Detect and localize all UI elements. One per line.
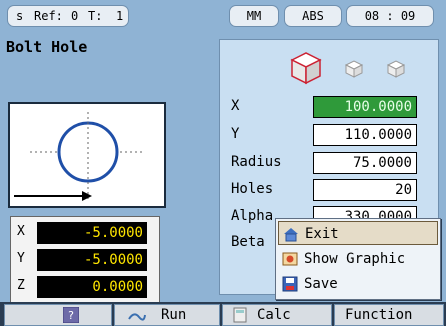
x-field[interactable]: 100.0000 <box>313 96 417 118</box>
view-cube-icons <box>290 52 406 85</box>
help-softkey[interactable]: ? <box>4 304 112 326</box>
holes-field[interactable]: 20 <box>313 179 417 201</box>
units-value: MM <box>246 9 262 23</box>
dro-axis-label: Y <box>17 251 25 266</box>
svg-text:?: ? <box>68 309 74 322</box>
status-bar: s Ref: 0 T: 1 MM ABS 08 : 09 <box>0 0 446 32</box>
menu-item-label: Exit <box>305 226 339 242</box>
menu-item-label: Show Graphic <box>304 251 406 267</box>
tool-label: T: <box>88 9 103 23</box>
ref-label: Ref: <box>34 9 63 23</box>
menu-item-save[interactable]: Save <box>278 272 438 296</box>
calc-softkey[interactable]: Calc <box>222 304 332 326</box>
start-arrow-head <box>82 191 92 201</box>
bolt-hole-graphic <box>8 102 166 208</box>
radius-label: Radius <box>231 154 282 170</box>
menu-item-exit[interactable]: Exit <box>278 221 438 245</box>
exit-icon <box>284 228 298 242</box>
save-icon <box>282 276 298 292</box>
run-label: Run <box>161 307 187 323</box>
bolt-hole-diagram <box>14 112 144 201</box>
tool-value: 1 <box>116 9 124 23</box>
status-mode-pill: s Ref: 0 T: 1 <box>7 5 129 27</box>
status-mode: s <box>16 9 24 23</box>
calculator-icon <box>233 307 247 323</box>
dro-value: 0.0000 <box>37 276 147 298</box>
cube-view-small-icon[interactable] <box>386 60 406 78</box>
clock-value: 08 : 09 <box>364 9 416 23</box>
run-softkey[interactable]: Run <box>114 304 220 326</box>
page-title: Bolt Hole <box>6 38 88 56</box>
dro-axis-label: Z <box>17 278 25 293</box>
dro-value: -5.0000 <box>37 222 147 244</box>
menu-item-label: Save <box>304 276 338 292</box>
calc-label: Calc <box>257 307 291 323</box>
ref-value: 0 <box>71 9 79 23</box>
dro-row-y: Y -5.0000 <box>11 247 159 273</box>
y-field[interactable]: 110.0000 <box>313 124 417 146</box>
beta-label: Beta <box>231 234 265 250</box>
softkey-bar: ? Run Calc Function <box>0 302 446 326</box>
dro-display: X -5.0000 Y -5.0000 Z 0.0000 <box>10 216 160 304</box>
dro-axis-label: X <box>17 224 25 239</box>
function-label: Function <box>345 307 413 323</box>
radius-field[interactable]: 75.0000 <box>313 152 417 174</box>
coord-pill[interactable]: ABS <box>284 5 342 27</box>
clock-pill: 08 : 09 <box>346 5 434 27</box>
cube-view-large-icon[interactable] <box>290 52 322 85</box>
cube-view-medium-icon[interactable] <box>344 60 364 78</box>
help-icon: ? <box>63 307 79 323</box>
show-graphic-icon <box>282 252 298 266</box>
dro-value: -5.0000 <box>37 249 147 271</box>
alpha-label: Alpha <box>231 208 274 224</box>
holes-label: Holes <box>231 181 274 197</box>
run-icon <box>128 313 146 321</box>
menu-item-show-graphic[interactable]: Show Graphic <box>278 247 438 271</box>
dro-row-z: Z 0.0000 <box>11 274 159 300</box>
function-softkey[interactable]: Function <box>334 304 444 326</box>
coord-value: ABS <box>302 9 324 23</box>
y-label: Y <box>231 126 240 142</box>
function-menu: Exit Show Graphic Save <box>275 218 441 300</box>
x-label: X <box>231 98 240 114</box>
dro-row-x: X -5.0000 <box>11 220 159 246</box>
units-pill[interactable]: MM <box>229 5 279 27</box>
